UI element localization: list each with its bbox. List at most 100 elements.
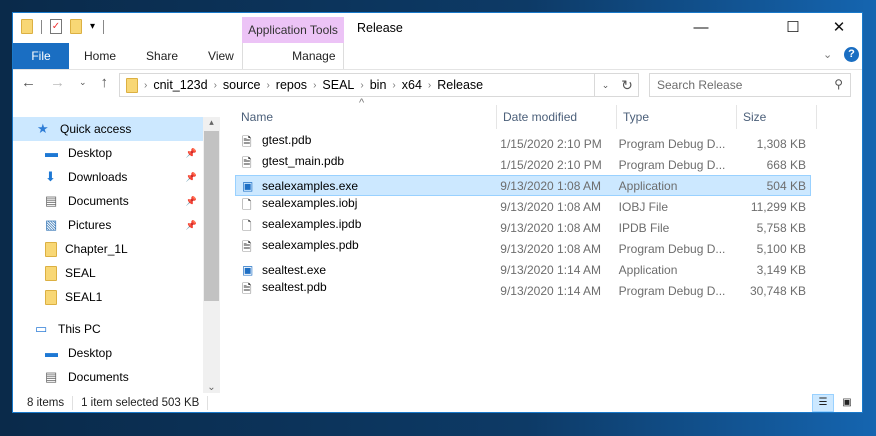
tab-share[interactable]: Share — [131, 43, 193, 69]
status-bar: 8 items 1 item selected 503 KB ☰ ▣ — [13, 393, 862, 413]
close-button[interactable]: ✕ — [816, 13, 862, 43]
file-row[interactable]: ▣ sealexamples.exe 9/13/2020 1:08 AM Applic… — [235, 175, 811, 196]
pdb-file-icon: 🗎 — [242, 240, 252, 254]
tab-home[interactable]: Home — [69, 43, 131, 69]
documents-icon: ▤ — [45, 193, 58, 208]
tab-manage[interactable]: Manage — [263, 43, 365, 69]
help-button[interactable]: ? — [844, 47, 859, 62]
properties-icon[interactable]: ✓ — [50, 19, 62, 34]
sidebar-item-label: Documents — [68, 370, 129, 384]
maximize-button[interactable]: ☐ — [770, 13, 816, 43]
file-type: IOBJ File — [618, 199, 668, 214]
column-date-modified[interactable]: Date modified — [497, 105, 617, 129]
explorer-window: ✓ ▾ Application Tools Release — ☐ ✕ File… — [12, 12, 863, 413]
address-dropdown-icon[interactable]: ⌄ — [602, 80, 610, 91]
scrollbar-thumb[interactable] — [204, 131, 219, 301]
recent-locations-icon[interactable]: ⌄ — [79, 77, 87, 88]
sidebar-item-this-pc[interactable]: ▭ This PC — [13, 317, 203, 341]
file-row[interactable]: ▣ sealtest.exe 9/13/2020 1:14 AM Applicatio… — [235, 259, 811, 280]
file-row[interactable]: 🗎 sealtest.pdb 9/13/2020 1:14 AM Program De… — [235, 280, 811, 301]
sidebar-item-label: Downloads — [68, 170, 128, 184]
sidebar-item-label: Desktop — [68, 346, 113, 360]
breadcrumb[interactable]: bin — [364, 78, 393, 92]
minimize-button[interactable]: — — [678, 13, 724, 43]
customize-toolbar-icon[interactable]: ▾ — [90, 21, 95, 32]
breadcrumb[interactable]: x64 — [396, 78, 428, 92]
sidebar-item-label: Quick access — [60, 122, 132, 136]
file-date: 9/13/2020 1:08 AM — [500, 178, 602, 193]
breadcrumb[interactable]: cnit_123d — [147, 78, 213, 92]
desktop-icon: ▬ — [45, 345, 58, 360]
back-icon[interactable]: ← — [21, 74, 36, 91]
address-bar[interactable]: › cnit_123d › source › repos › SEAL › bin › x6… — [119, 73, 639, 97]
download-icon: ⬇ — [45, 169, 56, 184]
pdb-file-icon: 🗎 — [242, 282, 252, 296]
sidebar-item-quick-access[interactable]: ★ Quick access — [13, 117, 203, 141]
column-type[interactable]: Type — [617, 105, 737, 129]
quick-access-toolbar: ✓ ▾ — [21, 19, 105, 34]
tab-view[interactable]: View — [193, 43, 249, 69]
file-row[interactable]: 🗎 gtest_main.pdb 1/15/2020 2:10 PM Program … — [235, 154, 811, 175]
sidebar-item-label: This PC — [58, 322, 101, 336]
details-view-icon[interactable]: ☰ — [812, 394, 834, 412]
sidebar-item-chapter-1l[interactable]: Chapter_1L — [13, 237, 203, 261]
column-name[interactable]: Name — [235, 105, 497, 129]
file-row[interactable]: 🗎 sealexamples.pdb 9/13/2020 1:08 AM Progra… — [235, 238, 811, 259]
file-size: 668 KB — [766, 157, 806, 172]
breadcrumb[interactable]: source — [217, 78, 267, 92]
scroll-down-icon[interactable]: ⌄ — [203, 382, 220, 393]
file-name: sealexamples.exe — [262, 178, 359, 193]
file-date: 9/13/2020 1:08 AM — [500, 241, 602, 256]
file-size: 3,149 KB — [756, 262, 806, 277]
selection-info: 1 item selected 503 KB — [81, 397, 200, 409]
pin-icon[interactable]: 📌 — [186, 172, 197, 183]
sidebar-item-documents[interactable]: ▤ Documents — [13, 365, 203, 389]
tab-file[interactable]: File — [13, 43, 69, 69]
navigation-buttons: ← → ⌄ ↑ — [21, 74, 108, 91]
file-row[interactable]: 🗋 sealexamples.iobj 9/13/2020 1:08 AM IOBJ … — [235, 196, 811, 217]
new-folder-icon[interactable] — [70, 19, 82, 34]
sidebar-item-desktop[interactable]: ▬ Desktop 📌 — [13, 141, 203, 165]
folder-icon[interactable] — [21, 19, 33, 34]
sidebar-item-seal1[interactable]: SEAL1 — [13, 285, 203, 309]
pc-icon: ▭ — [35, 321, 48, 336]
blank-file-icon: 🗋 — [242, 198, 252, 212]
file-row[interactable]: 🗋 sealexamples.ipdb 9/13/2020 1:08 AM IPDB … — [235, 217, 811, 238]
file-name: sealexamples.ipdb — [262, 217, 362, 231]
search-icon[interactable]: ⚲ — [834, 77, 843, 91]
context-tab-group: Application Tools — [242, 17, 344, 43]
breadcrumb[interactable]: Release — [431, 78, 489, 92]
star-icon: ★ — [37, 121, 49, 136]
file-size: 5,758 KB — [756, 220, 806, 235]
sidebar-item-pictures[interactable]: ▧ Pictures 📌 — [13, 213, 203, 237]
ribbon-tabs: File Home Share View Manage — [13, 43, 365, 69]
search-input[interactable]: Search Release ⚲ — [649, 73, 851, 97]
sidebar-item-documents[interactable]: ▤ Documents 📌 — [13, 189, 203, 213]
pin-icon[interactable]: 📌 — [186, 220, 197, 231]
pdb-file-icon: 🗎 — [242, 135, 252, 149]
exe-file-icon: ▣ — [242, 262, 254, 277]
pin-icon[interactable]: 📌 — [186, 148, 197, 159]
file-date: 9/13/2020 1:14 AM — [500, 283, 602, 298]
column-size[interactable]: Size — [737, 105, 817, 129]
sidebar-item-downloads[interactable]: ⬇ Downloads 📌 — [13, 165, 203, 189]
sidebar-item-label: SEAL1 — [65, 290, 103, 304]
expand-ribbon-icon[interactable]: ⌄ — [823, 48, 832, 61]
file-name: gtest_main.pdb — [262, 154, 345, 168]
up-icon[interactable]: ↑ — [101, 74, 109, 91]
sidebar-item-desktop[interactable]: ▬ Desktop — [13, 341, 203, 365]
breadcrumb[interactable]: repos — [270, 78, 313, 92]
file-type: Program Debug D... — [618, 157, 726, 172]
sidebar-item-seal[interactable]: SEAL — [13, 261, 203, 285]
scroll-up-icon[interactable]: ▴ — [203, 117, 220, 128]
refresh-icon[interactable]: ↻ — [616, 77, 638, 94]
file-row[interactable]: 🗎 gtest.pdb 1/15/2020 2:10 PM Program Debug… — [235, 133, 811, 154]
forward-icon[interactable]: → — [50, 74, 65, 91]
file-size: 504 KB — [766, 178, 806, 193]
breadcrumb[interactable]: SEAL — [316, 78, 360, 92]
large-icons-view-icon[interactable]: ▣ — [838, 394, 856, 412]
folder-icon — [45, 241, 57, 257]
window-title: Release — [357, 21, 403, 35]
pin-icon[interactable]: 📌 — [186, 196, 197, 207]
file-name: sealexamples.iobj — [262, 196, 358, 210]
